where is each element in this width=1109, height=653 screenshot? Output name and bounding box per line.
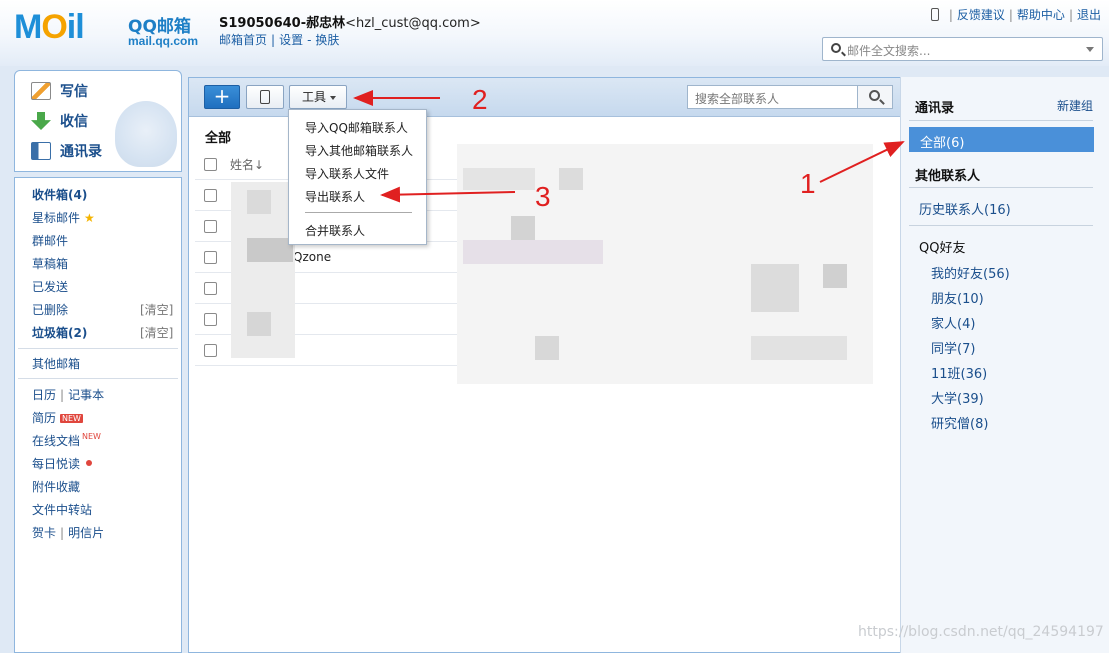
annotation-number-3: 3 xyxy=(535,181,551,212)
annotation-number-1: 1 xyxy=(800,168,816,199)
annotation-number-2: 2 xyxy=(472,84,488,115)
arrow-to-all-group xyxy=(819,141,905,183)
watermark-text: https://blog.csdn.net/qq_24594197 xyxy=(858,624,1104,640)
annotation-arrows xyxy=(353,90,905,203)
arrow-to-export xyxy=(380,186,516,203)
